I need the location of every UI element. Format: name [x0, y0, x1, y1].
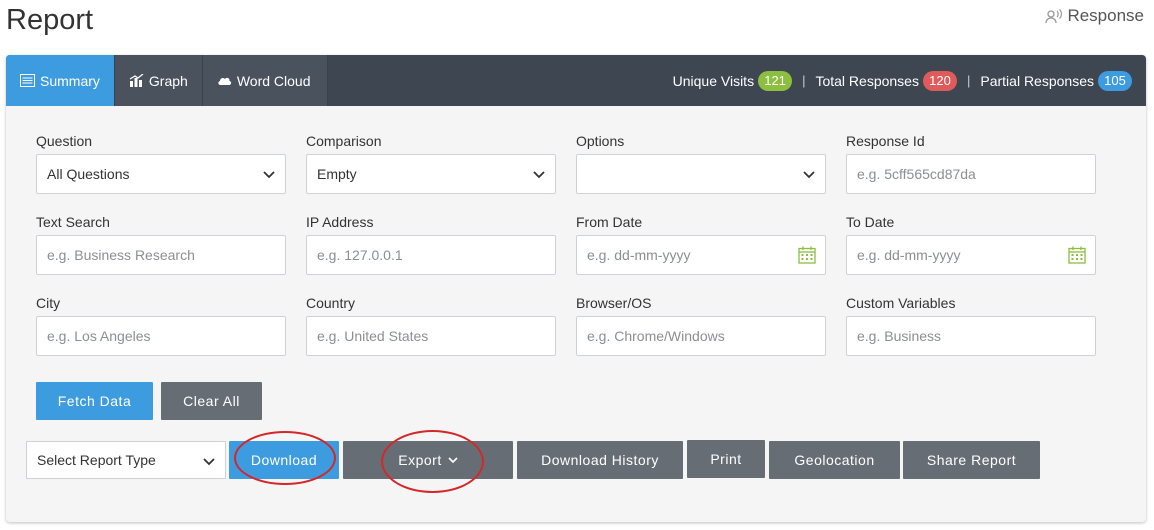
chevron-down-icon — [203, 458, 215, 466]
question-select[interactable]: All Questions — [36, 154, 286, 194]
from-date-field: From Date e.g. dd-mm-yyyy — [576, 214, 826, 275]
city-label: City — [36, 295, 61, 311]
country-placeholder: e.g. United States — [317, 328, 429, 344]
comparison-select[interactable]: Empty — [306, 154, 556, 194]
city-field: City e.g. Los Angeles — [36, 295, 286, 356]
clear-all-button[interactable]: Clear All — [161, 382, 262, 420]
print-button[interactable]: Print — [687, 440, 765, 478]
report-tabbar: Summary Graph Word Cloud Unique Visits 1… — [6, 55, 1146, 106]
response-link[interactable]: Response — [1045, 6, 1144, 26]
question-field: Question All Questions — [36, 133, 286, 194]
stat-total-responses: Total Responses 120 — [815, 70, 957, 91]
to-date-placeholder: e.g. dd-mm-yyyy — [857, 247, 961, 263]
response-id-field: Response Id e.g. 5cff565cd87da — [846, 133, 1096, 194]
ip-address-label: IP Address — [306, 214, 374, 230]
country-field: Country e.g. United States — [306, 295, 556, 356]
text-search-input[interactable]: e.g. Business Research — [36, 235, 286, 275]
tab-summary[interactable]: Summary — [6, 55, 115, 106]
options-label: Options — [576, 133, 625, 149]
stat-divider: | — [966, 73, 971, 88]
custom-variables-input[interactable]: e.g. Business — [846, 316, 1096, 356]
to-date-input[interactable]: e.g. dd-mm-yyyy — [846, 235, 1096, 275]
chevron-down-icon — [803, 171, 815, 179]
fetch-data-button[interactable]: Fetch Data — [36, 382, 153, 420]
ip-address-placeholder: e.g. 127.0.0.1 — [317, 247, 403, 263]
custom-variables-field: Custom Variables e.g. Business — [846, 295, 1096, 356]
city-input[interactable]: e.g. Los Angeles — [36, 316, 286, 356]
stats-bar: Unique Visits 121 | Total Responses 120 … — [673, 55, 1132, 106]
chevron-down-icon — [533, 171, 545, 179]
stat-divider: | — [802, 73, 806, 88]
response-link-label: Response — [1067, 6, 1144, 25]
options-field: Options — [576, 133, 826, 194]
report-type-select[interactable]: Select Report Type — [26, 441, 226, 479]
browser-os-label: Browser/OS — [576, 295, 652, 311]
custom-variables-label: Custom Variables — [846, 295, 956, 311]
text-search-field: Text Search e.g. Business Research — [36, 214, 286, 275]
share-report-button[interactable]: Share Report — [903, 441, 1040, 479]
report-type-value: Select Report Type — [37, 452, 156, 468]
browser-os-placeholder: e.g. Chrome/Windows — [587, 328, 725, 344]
calendar-icon[interactable] — [1068, 246, 1086, 264]
to-date-field: To Date e.g. dd-mm-yyyy — [846, 214, 1096, 275]
tab-word-cloud[interactable]: Word Cloud — [202, 55, 328, 106]
from-date-placeholder: e.g. dd-mm-yyyy — [587, 247, 691, 263]
geolocation-button[interactable]: Geolocation — [769, 441, 900, 479]
comparison-value: Empty — [317, 166, 357, 182]
browser-os-input[interactable]: e.g. Chrome/Windows — [576, 316, 826, 356]
text-search-label: Text Search — [36, 214, 110, 230]
question-label: Question — [36, 133, 93, 149]
page-title: Report — [6, 4, 94, 36]
tab-summary-label: Summary — [40, 72, 100, 89]
stat-unique-visits-label: Unique Visits — [672, 72, 755, 89]
report-card: Summary Graph Word Cloud Unique Visits 1… — [6, 55, 1146, 522]
browser-os-field: Browser/OS e.g. Chrome/Windows — [576, 295, 826, 356]
list-icon — [20, 74, 35, 87]
calendar-icon[interactable] — [798, 246, 816, 264]
from-date-input[interactable]: e.g. dd-mm-yyyy — [576, 235, 826, 275]
tab-word-cloud-label: Word Cloud — [236, 72, 311, 89]
city-placeholder: e.g. Los Angeles — [47, 328, 151, 344]
total-responses-badge: 120 — [922, 70, 957, 91]
to-date-label: To Date — [846, 214, 895, 230]
country-label: Country — [306, 295, 356, 311]
export-label: Export — [398, 452, 442, 468]
tab-graph-label: Graph — [148, 72, 188, 89]
cloud-icon — [218, 77, 231, 85]
country-input[interactable]: e.g. United States — [306, 316, 556, 356]
question-value: All Questions — [47, 166, 130, 182]
ip-address-field: IP Address e.g. 127.0.0.1 — [306, 214, 556, 275]
tab-graph[interactable]: Graph — [114, 55, 203, 106]
chevron-down-icon — [448, 457, 458, 464]
export-button[interactable]: Export — [343, 441, 513, 479]
comparison-label: Comparison — [306, 133, 382, 149]
response-id-input[interactable]: e.g. 5cff565cd87da — [846, 154, 1096, 194]
stat-partial-responses: Partial Responses 105 — [980, 70, 1132, 91]
stat-total-responses-label: Total Responses — [815, 72, 919, 89]
unique-visits-badge: 121 — [758, 70, 793, 91]
options-select[interactable] — [576, 154, 826, 194]
partial-responses-badge: 105 — [1098, 70, 1132, 91]
bar-chart-icon — [129, 74, 144, 87]
response-id-label: Response Id — [846, 133, 925, 149]
text-search-placeholder: e.g. Business Research — [47, 247, 195, 263]
ip-address-input[interactable]: e.g. 127.0.0.1 — [306, 235, 556, 275]
custom-variables-placeholder: e.g. Business — [857, 328, 942, 344]
stat-unique-visits: Unique Visits 121 — [672, 70, 793, 91]
comparison-field: Comparison Empty — [306, 133, 556, 194]
chevron-down-icon — [263, 171, 275, 179]
respondent-icon — [1045, 9, 1063, 24]
from-date-label: From Date — [576, 214, 643, 230]
response-id-placeholder: e.g. 5cff565cd87da — [857, 166, 976, 182]
download-history-button[interactable]: Download History — [517, 441, 683, 479]
download-button[interactable]: Download — [229, 441, 339, 479]
stat-partial-responses-label: Partial Responses — [980, 72, 1094, 89]
